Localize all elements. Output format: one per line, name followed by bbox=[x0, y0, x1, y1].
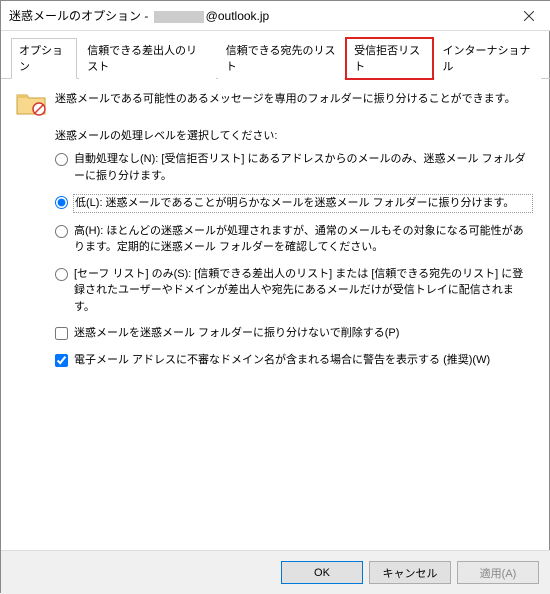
tab-safe-senders[interactable]: 信頼できる差出人のリスト bbox=[79, 38, 215, 79]
titlebar: 迷惑メールのオプション - @outlook.jp bbox=[1, 1, 550, 31]
title-redacted bbox=[154, 11, 204, 23]
ok-button[interactable]: OK bbox=[281, 561, 363, 584]
close-icon bbox=[524, 11, 534, 21]
footer: OK キャンセル 適用(A) bbox=[1, 550, 550, 594]
radio-low-label: 低(L): 迷惑メールであることが明らかなメールを迷惑メール フォルダーに振り分… bbox=[73, 194, 533, 213]
radio-low[interactable]: 低(L): 迷惑メールであることが明らかなメールを迷惑メール フォルダーに振り分… bbox=[55, 194, 533, 213]
check-warn-label: 電子メール アドレスに不審なドメイン名が含まれる場合に警告を表示する (推奨)(… bbox=[74, 352, 533, 369]
checkbox-group: 迷惑メールを迷惑メール フォルダーに振り分けないで削除する(P) 電子メール ア… bbox=[55, 325, 533, 368]
radio-safelist-input[interactable] bbox=[55, 268, 68, 281]
content-panel: 迷惑メールである可能性のあるメッセージを専用のフォルダーに振り分けることができま… bbox=[1, 79, 550, 565]
check-warn[interactable]: 電子メール アドレスに不審なドメイン名が含まれる場合に警告を表示する (推奨)(… bbox=[55, 352, 533, 369]
title-prefix: 迷惑メールのオプション - bbox=[9, 9, 152, 23]
title-suffix: @outlook.jp bbox=[206, 9, 270, 23]
radio-none-input[interactable] bbox=[55, 153, 68, 166]
cancel-button[interactable]: キャンセル bbox=[369, 561, 451, 584]
radio-low-input[interactable] bbox=[55, 196, 68, 209]
radio-high-input[interactable] bbox=[55, 225, 68, 238]
radio-group-level: 自動処理なし(N): [受信拒否リスト] にあるアドレスからのメールのみ、迷惑メ… bbox=[55, 151, 533, 315]
check-delete-input[interactable] bbox=[55, 327, 68, 340]
radio-none[interactable]: 自動処理なし(N): [受信拒否リスト] にあるアドレスからのメールのみ、迷惑メ… bbox=[55, 151, 533, 184]
tab-international[interactable]: インターナショナル bbox=[435, 38, 541, 79]
tab-blocked-senders[interactable]: 受信拒否リスト bbox=[346, 38, 432, 79]
tabstrip: オプション 信頼できる差出人のリスト 信頼できる宛先のリスト 受信拒否リスト イ… bbox=[1, 31, 550, 79]
junk-folder-icon bbox=[15, 89, 47, 117]
radio-high[interactable]: 高(H): ほとんどの迷惑メールが処理されますが、通常のメールもその対象になる可… bbox=[55, 223, 533, 256]
level-label: 迷惑メールの処理レベルを選択してください: bbox=[55, 127, 533, 143]
tab-safe-recipients[interactable]: 信頼できる宛先のリスト bbox=[218, 38, 344, 79]
radio-high-label: 高(H): ほとんどの迷惑メールが処理されますが、通常のメールもその対象になる可… bbox=[74, 223, 533, 256]
tab-option[interactable]: オプション bbox=[11, 38, 77, 79]
check-warn-input[interactable] bbox=[55, 354, 68, 367]
radio-safelist-label: [セーフ リスト] のみ(S): [信頼できる差出人のリスト] または [信頼で… bbox=[74, 266, 533, 316]
check-delete-label: 迷惑メールを迷惑メール フォルダーに振り分けないで削除する(P) bbox=[74, 325, 533, 342]
close-button[interactable] bbox=[506, 1, 550, 30]
radio-safelist[interactable]: [セーフ リスト] のみ(S): [信頼できる差出人のリスト] または [信頼で… bbox=[55, 266, 533, 316]
intro-text: 迷惑メールである可能性のあるメッセージを専用のフォルダーに振り分けることができま… bbox=[55, 89, 516, 108]
radio-none-label: 自動処理なし(N): [受信拒否リスト] にあるアドレスからのメールのみ、迷惑メ… bbox=[74, 151, 533, 184]
window-title: 迷惑メールのオプション - @outlook.jp bbox=[9, 7, 506, 24]
check-delete[interactable]: 迷惑メールを迷惑メール フォルダーに振り分けないで削除する(P) bbox=[55, 325, 533, 342]
apply-button[interactable]: 適用(A) bbox=[457, 561, 539, 584]
